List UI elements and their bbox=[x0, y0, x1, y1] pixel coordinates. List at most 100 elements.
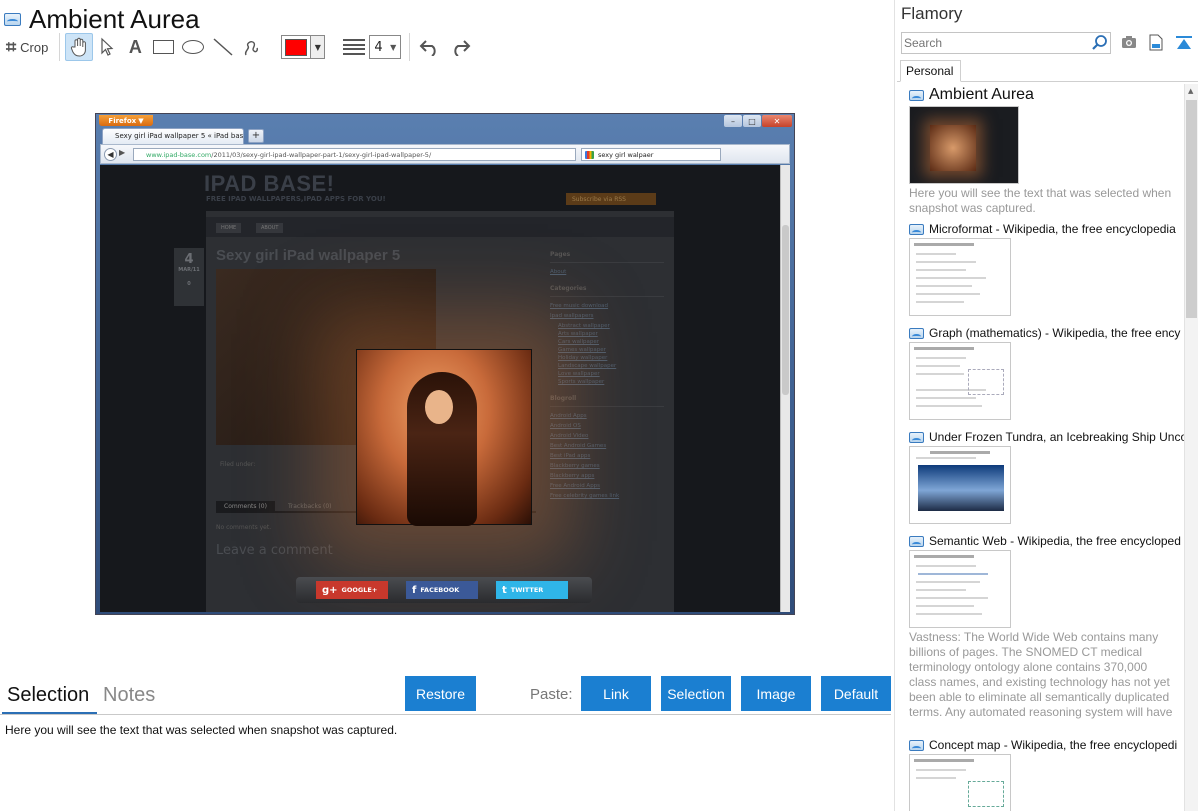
page-icon bbox=[909, 739, 924, 751]
share-google-plus: g+ GOOGLE+ bbox=[316, 581, 388, 599]
paste-default-button[interactable]: Default bbox=[821, 676, 891, 711]
snapshot-thumbnail bbox=[909, 754, 1011, 811]
list-item[interactable]: Concept map - Wikipedia, the free encycl… bbox=[909, 738, 1177, 811]
active-tab-indicator bbox=[2, 712, 97, 714]
redo-button[interactable] bbox=[445, 33, 475, 61]
list-item[interactable]: Under Frozen Tundra, an Icebreaking Ship… bbox=[909, 430, 1185, 524]
ambient-aurea-window: Ambient Aurea ⌗ Crop A ▼ 4 ▼ Firefox ▼ –… bbox=[0, 0, 1198, 811]
undo-icon bbox=[419, 40, 436, 56]
hand-tool-button[interactable] bbox=[65, 33, 94, 61]
filed-under: Filed under: bbox=[220, 461, 256, 468]
window-controls: – □ ✕ bbox=[724, 115, 792, 127]
arrow-pointer-icon bbox=[101, 37, 114, 56]
paste-link-button[interactable]: Link bbox=[581, 676, 651, 711]
search-icon[interactable] bbox=[1091, 34, 1109, 52]
date-badge: 4 MAR/11 0 bbox=[174, 248, 204, 306]
toolbar-separator bbox=[409, 33, 411, 61]
crop-label: Crop bbox=[20, 39, 49, 55]
chevron-up-icon[interactable]: ▲ bbox=[1188, 87, 1193, 95]
share-bar: g+ GOOGLE+ f FACEBOOK t TWITTER bbox=[296, 577, 592, 603]
sidebar-link: About bbox=[550, 269, 567, 275]
sidebar-link: Free celebrity games link bbox=[550, 493, 620, 499]
tab-selection[interactable]: Selection bbox=[7, 684, 89, 707]
sidebar-categories-head: Categories bbox=[550, 285, 664, 297]
restore-button[interactable]: Restore bbox=[405, 676, 476, 711]
panel-divider bbox=[894, 0, 895, 811]
scroll-to-top-icon[interactable] bbox=[1175, 35, 1193, 51]
flamory-tabs: Personal bbox=[897, 60, 1198, 82]
list-item[interactable]: Microformat - Wikipedia, the free encycl… bbox=[909, 222, 1176, 316]
browser-window: Firefox ▼ – □ ✕ Sexy girl iPad wallpaper … bbox=[96, 114, 794, 614]
list-item-desc: Vastness: The World Wide Web contains ma… bbox=[909, 630, 1173, 719]
list-item-head: Concept map - Wikipedia, the free encycl… bbox=[909, 738, 1177, 752]
sidebar-link: Landscape wallpaper bbox=[558, 363, 617, 369]
color-swatch bbox=[285, 38, 308, 56]
list-item-title: Microformat - Wikipedia, the free encycl… bbox=[929, 222, 1176, 236]
tab-notes[interactable]: Notes bbox=[103, 684, 155, 707]
thumbnail-image bbox=[930, 125, 976, 171]
nav-about: ABOUT bbox=[256, 223, 284, 233]
ellipse-icon bbox=[182, 40, 205, 54]
document-icon[interactable] bbox=[1149, 34, 1163, 51]
list-item-head: Under Frozen Tundra, an Icebreaking Ship… bbox=[909, 430, 1185, 444]
undo-button[interactable] bbox=[415, 33, 445, 61]
list-item-title: Concept map - Wikipedia, the free encycl… bbox=[929, 738, 1178, 752]
text-tool-button[interactable]: A bbox=[121, 33, 149, 61]
annotation-toolbar: ⌗ Crop A ▼ 4 ▼ bbox=[6, 32, 475, 62]
scrollbar-thumb[interactable] bbox=[1186, 100, 1197, 318]
url-path: /2011/03/sexy-girl-ipad-wallpaper-part-1… bbox=[211, 151, 432, 159]
flamory-title: Flamory bbox=[901, 4, 963, 23]
list-item[interactable]: Graph (mathematics) - Wikipedia, the fre… bbox=[909, 326, 1180, 420]
sidebar-link: Abstract wallpaper bbox=[558, 323, 610, 329]
camera-icon[interactable] bbox=[1121, 35, 1137, 49]
forward-icon: ▶ bbox=[119, 148, 126, 157]
pointer-tool-button[interactable] bbox=[93, 33, 121, 61]
sidebar-link: Android Apps bbox=[550, 413, 587, 419]
portrait-face bbox=[425, 390, 453, 424]
page-icon bbox=[909, 535, 924, 547]
color-picker[interactable]: ▼ bbox=[281, 35, 326, 59]
search-input[interactable] bbox=[901, 32, 1111, 54]
snapshot-thumbnail bbox=[909, 106, 1019, 184]
sidebar-link: Free music download bbox=[550, 303, 609, 309]
tab-personal[interactable]: Personal bbox=[900, 60, 961, 82]
google-plus-icon: g+ bbox=[322, 584, 338, 596]
line-width-value: 4 bbox=[374, 39, 383, 55]
list-item[interactable]: Ambient Aurea Here you will see the text… bbox=[909, 86, 1177, 216]
hand-icon bbox=[71, 37, 87, 57]
sidebar-link: Free Android Apps bbox=[550, 483, 601, 489]
list-item[interactable]: Semantic Web - Wikipedia, the free encyc… bbox=[909, 534, 1181, 720]
sidebar-link: Best iPad apps bbox=[550, 453, 591, 459]
paste-image-button[interactable]: Image bbox=[741, 676, 811, 711]
selection-text-area[interactable]: Here you will see the text that was sele… bbox=[5, 723, 397, 737]
snapshot-preview[interactable]: Firefox ▼ – □ ✕ Sexy girl iPad wallpaper … bbox=[95, 113, 795, 615]
maximize-icon: □ bbox=[743, 115, 761, 127]
post-tab-comments: Comments (0) bbox=[216, 501, 275, 512]
title-row: Ambient Aurea bbox=[4, 4, 200, 35]
site-subtitle: FREE IPAD WALLPAPERS,IPAD APPS FOR YOU! bbox=[206, 195, 386, 203]
list-item-title: Under Frozen Tundra, an Icebreaking Ship… bbox=[929, 430, 1185, 444]
snapshot-thumbnail bbox=[909, 550, 1011, 628]
site-nav: HOME ABOUT bbox=[206, 217, 674, 237]
list-item-title: Graph (mathematics) - Wikipedia, the fre… bbox=[929, 326, 1181, 340]
paste-selection-button[interactable]: Selection bbox=[661, 676, 731, 711]
date-day: 4 bbox=[184, 252, 194, 267]
snapshot-thumbnail bbox=[909, 342, 1011, 420]
line-width-select[interactable]: 4 ▼ bbox=[369, 35, 402, 59]
crop-icon: ⌗ bbox=[6, 36, 17, 58]
rectangle-tool-button[interactable] bbox=[149, 33, 177, 61]
freehand-tool-button[interactable] bbox=[237, 33, 265, 61]
panel-scrollbar[interactable]: ▲ bbox=[1184, 84, 1198, 811]
share-twitter: t TWITTER bbox=[496, 581, 568, 599]
share-twitter-label: TWITTER bbox=[510, 586, 544, 594]
sidebar-blogroll-head: Blogroll bbox=[550, 395, 664, 407]
list-item-head: Semantic Web - Wikipedia, the free encyc… bbox=[909, 534, 1181, 548]
line-tool-button[interactable] bbox=[209, 33, 237, 61]
browser-url: www.ipad-base.com/2011/03/sexy-girl-ipad… bbox=[133, 148, 576, 161]
sidebar-link: Cars wallpaper bbox=[558, 339, 600, 345]
ellipse-tool-button[interactable] bbox=[179, 33, 207, 61]
search-query: sexy girl walpaer bbox=[598, 151, 654, 159]
crop-button[interactable]: ⌗ Crop bbox=[6, 33, 54, 61]
comment-count: 0 bbox=[187, 281, 191, 287]
list-item-title: Semantic Web - Wikipedia, the free encyc… bbox=[929, 534, 1181, 548]
